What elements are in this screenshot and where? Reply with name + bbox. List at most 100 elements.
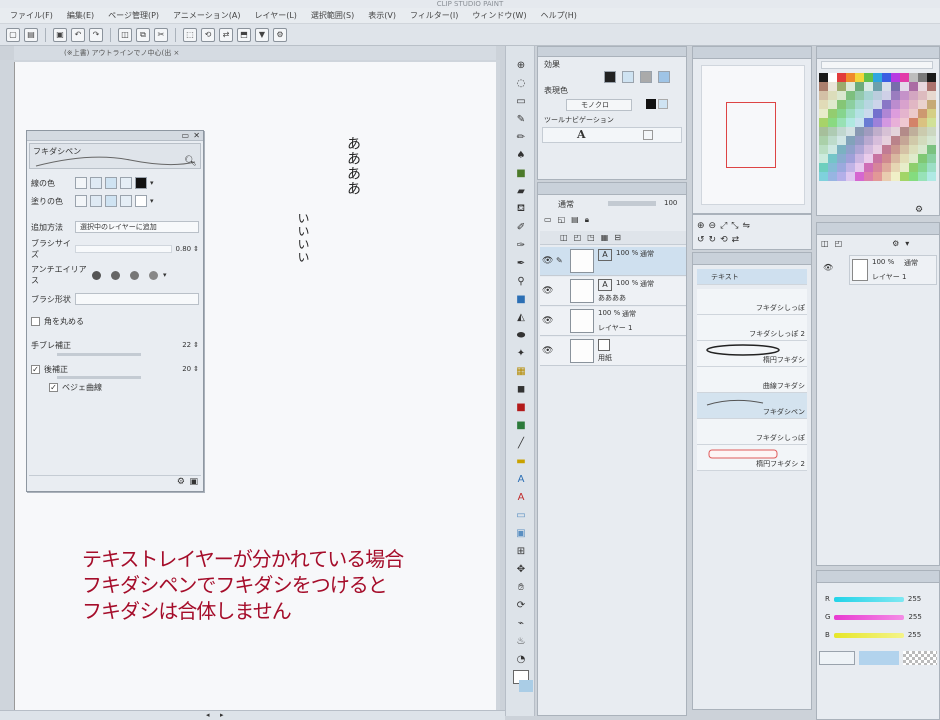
- line-icon[interactable]: ╱: [513, 436, 529, 451]
- palette-swatch[interactable]: [828, 145, 837, 154]
- palette-swatch[interactable]: [828, 118, 837, 127]
- palette-swatch[interactable]: [855, 172, 864, 181]
- smudge-icon[interactable]: ⬬: [513, 328, 529, 343]
- palette-swatch[interactable]: [927, 136, 936, 145]
- menu-file[interactable]: ファイル(F): [10, 10, 53, 21]
- effect-icon[interactable]: [658, 71, 670, 83]
- post-correction-value[interactable]: 20: [182, 365, 191, 373]
- menu-selection[interactable]: 選択範囲(S): [311, 10, 354, 21]
- scroll-right-icon[interactable]: ▸: [220, 711, 224, 719]
- palette-swatch[interactable]: [873, 163, 882, 172]
- material-item[interactable]: 曲線フキダシ: [697, 367, 807, 393]
- palette-swatch[interactable]: [819, 73, 828, 82]
- color-swatch[interactable]: [105, 177, 117, 189]
- palette-swatch[interactable]: [855, 127, 864, 136]
- color-swatch[interactable]: [120, 195, 132, 207]
- wrench-icon[interactable]: ▣: [189, 477, 198, 487]
- main-color-swatch[interactable]: [646, 99, 656, 109]
- ruler-icon[interactable]: ▬: [513, 454, 529, 469]
- ink-icon[interactable]: ♨: [513, 634, 529, 649]
- palette-swatch[interactable]: [900, 136, 909, 145]
- palette-swatch[interactable]: [819, 127, 828, 136]
- palette-swatch[interactable]: [909, 118, 918, 127]
- palette-swatch[interactable]: [900, 109, 909, 118]
- palette-swatch[interactable]: [909, 145, 918, 154]
- palette-swatch[interactable]: [927, 82, 936, 91]
- reset-icon[interactable]: ⟲: [720, 235, 728, 245]
- color-swatch[interactable]: [90, 195, 102, 207]
- menu-help[interactable]: ヘルプ(H): [541, 10, 577, 21]
- palette-swatch[interactable]: [873, 127, 882, 136]
- brush-size-slider[interactable]: [75, 245, 172, 253]
- color-palette[interactable]: [819, 73, 937, 183]
- palette-swatch[interactable]: [927, 154, 936, 163]
- settings-icon[interactable]: ⚙: [892, 239, 899, 248]
- palette-swatch[interactable]: [918, 172, 927, 181]
- brush-icon[interactable]: ♠: [513, 148, 529, 163]
- fill-pattern-icon[interactable]: ▦: [513, 364, 529, 379]
- sub-color-swatch[interactable]: [658, 99, 668, 109]
- palette-swatch[interactable]: [927, 145, 936, 154]
- palette-swatch[interactable]: [846, 91, 855, 100]
- palette-swatch[interactable]: [900, 154, 909, 163]
- palette-swatch[interactable]: [882, 154, 891, 163]
- box-icon[interactable]: [643, 130, 653, 140]
- material-item[interactable]: フキダシしっぽ 2: [697, 315, 807, 341]
- balloon-tail-icon[interactable]: ▭: [513, 508, 529, 523]
- palette-swatch[interactable]: [846, 109, 855, 118]
- palette-swatch[interactable]: [927, 100, 936, 109]
- minimize-icon[interactable]: ▭: [181, 131, 189, 141]
- palette-swatch[interactable]: [855, 145, 864, 154]
- antialias-strong-icon[interactable]: [149, 270, 158, 280]
- save-icon[interactable]: ▣: [53, 27, 67, 42]
- palette-swatch[interactable]: [918, 145, 927, 154]
- palette-swatch[interactable]: [900, 163, 909, 172]
- palette-swatch[interactable]: [828, 172, 837, 181]
- bucket-icon[interactable]: ⛾: [513, 202, 529, 217]
- round-corners-checkbox[interactable]: [31, 316, 40, 326]
- menu-layer[interactable]: レイヤー(L): [254, 10, 296, 21]
- balloon-icon[interactable]: A: [513, 490, 529, 505]
- palette-swatch[interactable]: [855, 163, 864, 172]
- palette-swatch[interactable]: [837, 118, 846, 127]
- palette-swatch[interactable]: [882, 172, 891, 181]
- rotate-left-icon[interactable]: ↺: [697, 235, 705, 245]
- palette-swatch[interactable]: [909, 127, 918, 136]
- green-square-icon[interactable]: ■: [513, 418, 529, 433]
- transparent-swatch[interactable]: [903, 651, 937, 665]
- rectangle-select-icon[interactable]: ▭: [513, 94, 529, 109]
- palette-swatch[interactable]: [837, 154, 846, 163]
- flip-icon[interactable]: ⇄: [219, 27, 233, 42]
- palette-swatch[interactable]: [837, 172, 846, 181]
- close-icon[interactable]: ✕: [193, 131, 200, 141]
- open-icon[interactable]: ▤: [24, 27, 38, 42]
- menu-animation[interactable]: アニメーション(A): [173, 10, 240, 21]
- palette-swatch[interactable]: [828, 154, 837, 163]
- mask-icon[interactable]: ◫: [560, 233, 568, 242]
- palette-swatch[interactable]: [882, 127, 891, 136]
- palette-swatch[interactable]: [891, 154, 900, 163]
- b-slider[interactable]: [833, 632, 904, 638]
- text-icon[interactable]: A: [513, 472, 529, 487]
- viewport-frame[interactable]: [726, 102, 776, 168]
- palette-swatch[interactable]: [918, 118, 927, 127]
- palette-swatch[interactable]: [891, 118, 900, 127]
- sub-color-swatch[interactable]: [859, 651, 899, 665]
- green-tool-icon[interactable]: ■: [513, 166, 529, 181]
- chevron-down-icon[interactable]: ▾: [150, 197, 154, 205]
- layer-row[interactable]: 👁︎ A 100 % 通常 ああああ: [540, 277, 686, 306]
- palette-swatch[interactable]: [918, 100, 927, 109]
- palette-swatch[interactable]: [909, 82, 918, 91]
- palette-swatch[interactable]: [882, 91, 891, 100]
- palette-swatch[interactable]: [855, 136, 864, 145]
- palette-swatch[interactable]: [837, 91, 846, 100]
- canvas-text-1[interactable]: ああああ: [343, 136, 363, 196]
- mirror-icon[interactable]: ⇄: [732, 235, 740, 245]
- material-item[interactable]: フキダシペン: [697, 393, 807, 419]
- stepper-icon[interactable]: ⇕: [193, 245, 199, 253]
- palette-swatch[interactable]: [846, 82, 855, 91]
- antialias-none-icon[interactable]: [92, 270, 101, 280]
- palette-swatch[interactable]: [819, 109, 828, 118]
- palette-swatch[interactable]: [828, 82, 837, 91]
- opacity-slider[interactable]: [608, 201, 656, 206]
